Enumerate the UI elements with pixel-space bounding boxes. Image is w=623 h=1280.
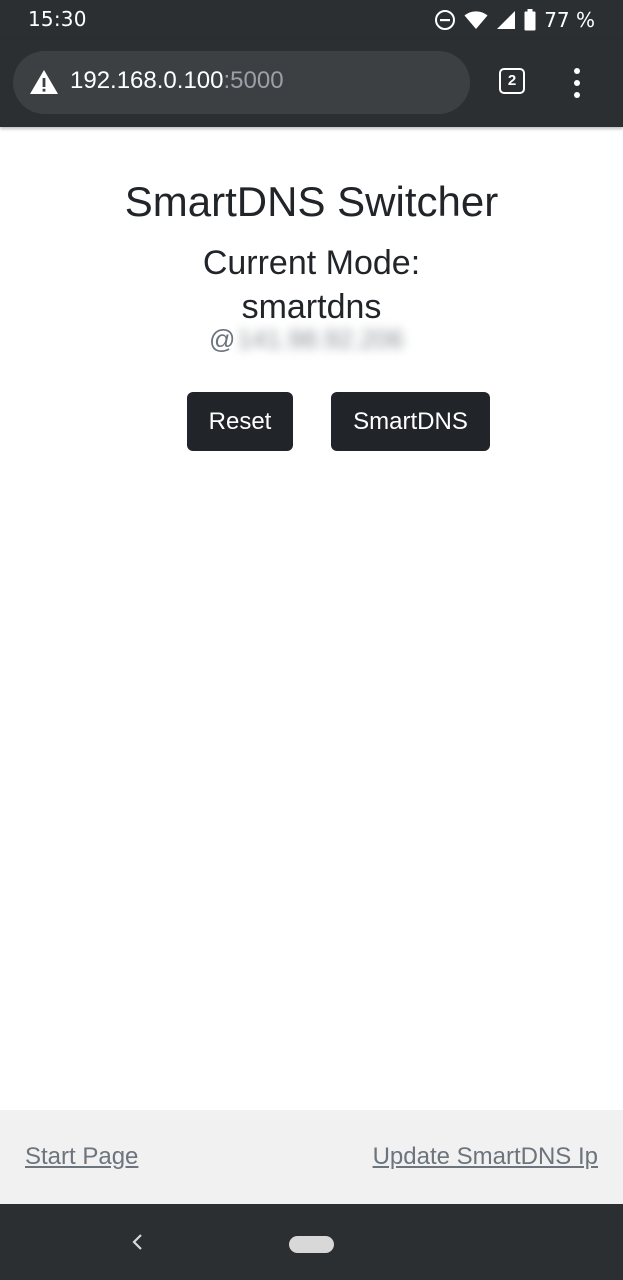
tab-count: 2 xyxy=(507,72,517,89)
menu-dot xyxy=(574,92,580,98)
tabs-icon[interactable]: 2 xyxy=(499,68,525,94)
current-mode-value: smartdns xyxy=(241,288,382,326)
current-mode-label: Current Mode: xyxy=(202,244,421,282)
url-host: 192.168.0.100 xyxy=(70,67,224,94)
battery-icon xyxy=(524,9,536,31)
status-time: 15:30 xyxy=(28,7,87,31)
navigation-bar xyxy=(0,1204,623,1280)
browser-toolbar: 192.168.0.100:5000 2 xyxy=(0,40,623,127)
status-icons: 77 % xyxy=(434,7,595,33)
url-text[interactable]: 192.168.0.100:5000 xyxy=(70,67,284,95)
back-chevron-icon[interactable] xyxy=(128,1230,148,1254)
more-menu-icon[interactable] xyxy=(566,68,590,98)
do-not-disturb-icon xyxy=(435,10,456,30)
menu-dot xyxy=(574,68,580,74)
smartdns-button[interactable]: SmartDNS xyxy=(331,392,490,451)
ip-value-blurred: 141.98.92.206 xyxy=(237,324,404,354)
menu-dot xyxy=(574,80,580,86)
not-secure-warning-icon[interactable] xyxy=(29,69,59,95)
address-bar[interactable]: 192.168.0.100:5000 xyxy=(13,51,470,114)
footer: Start Page Update SmartDNS Ip xyxy=(0,1110,623,1204)
wifi-icon xyxy=(464,11,488,29)
signal-icon xyxy=(497,11,516,29)
mode-ip-address: @141.98.92.206 xyxy=(209,324,404,355)
reset-button[interactable]: Reset xyxy=(187,392,293,451)
update-smartdns-ip-link[interactable]: Update SmartDNS Ip xyxy=(373,1143,598,1171)
status-bar: 15:30 77 % xyxy=(0,0,623,40)
start-page-link[interactable]: Start Page xyxy=(25,1143,138,1171)
page-title: SmartDNS Switcher xyxy=(124,178,499,225)
battery-percent: 77 % xyxy=(544,8,595,32)
url-port: :5000 xyxy=(223,67,284,94)
home-pill-icon[interactable] xyxy=(289,1236,334,1253)
ip-prefix: @ xyxy=(209,324,236,354)
